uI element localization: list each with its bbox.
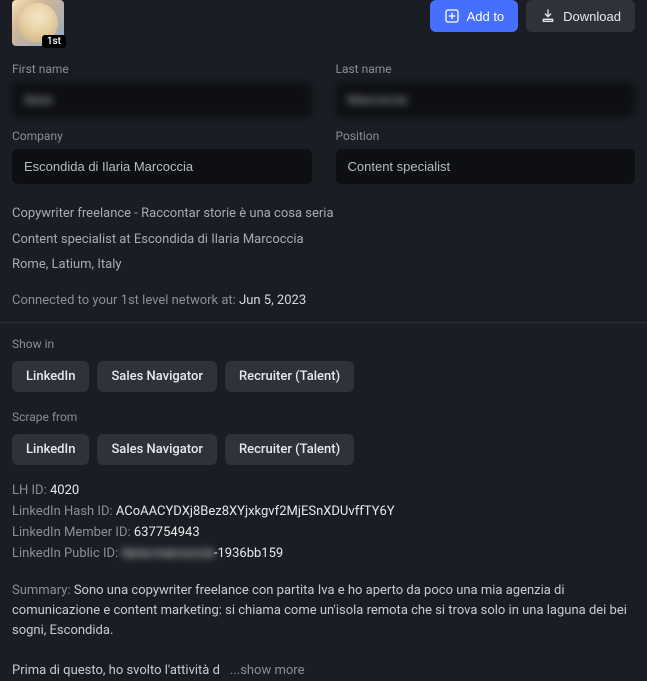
linkedin-public-id: LinkedIn Public ID: ilaria-marcoccia-193… [12, 546, 635, 561]
position-input[interactable] [336, 149, 636, 184]
first-name-label: First name [12, 62, 312, 76]
add-to-label: Add to [467, 9, 505, 24]
connected-label: Connected to your 1st level network at: [12, 293, 239, 308]
last-name-input[interactable] [336, 82, 636, 117]
role-line: Content specialist at Escondida di Ilari… [12, 230, 635, 250]
scrape-from-recruiter[interactable]: Recruiter (Talent) [225, 434, 354, 465]
show-in-sales-navigator[interactable]: Sales Navigator [97, 361, 217, 392]
company-input[interactable] [12, 149, 312, 184]
lh-id: LH ID: 4020 [12, 483, 635, 498]
avatar[interactable]: 1st [12, 0, 64, 46]
show-in-linkedin[interactable]: LinkedIn [12, 361, 89, 392]
connected-line: Connected to your 1st level network at: … [12, 293, 635, 308]
summary-label: Summary: [12, 583, 74, 598]
scrape-from-label: Scrape from [12, 410, 635, 424]
show-in-label: Show in [12, 337, 635, 351]
connected-date: Jun 5, 2023 [239, 293, 306, 308]
show-more-button[interactable]: ...show more [230, 663, 305, 678]
summary-text: Sono una copywriter freelance con partit… [12, 583, 627, 638]
scrape-from-sales-navigator[interactable]: Sales Navigator [97, 434, 217, 465]
divider [0, 322, 647, 323]
download-label: Download [563, 9, 621, 24]
connection-badge: 1st [42, 35, 66, 48]
company-label: Company [12, 129, 312, 143]
summary-text-2: Prima di questo, ho svolto l'attività d [12, 663, 220, 678]
scrape-from-row: LinkedIn Sales Navigator Recruiter (Tale… [12, 434, 635, 465]
last-name-label: Last name [336, 62, 636, 76]
show-in-row: LinkedIn Sales Navigator Recruiter (Tale… [12, 361, 635, 392]
show-in-recruiter[interactable]: Recruiter (Talent) [225, 361, 354, 392]
location: Rome, Latium, Italy [12, 255, 635, 275]
linkedin-member-id: LinkedIn Member ID: 637754943 [12, 525, 635, 540]
linkedin-hash-id: LinkedIn Hash ID: ACoAACYDXj8Bez8XYjxkgv… [12, 504, 635, 519]
first-name-input[interactable] [12, 82, 312, 117]
summary: Summary: Sono una copywriter freelance c… [12, 581, 635, 681]
download-button[interactable]: Download [526, 0, 635, 32]
tagline: Copywriter freelance - Raccontar storie … [12, 204, 635, 224]
download-icon [540, 8, 556, 24]
scrape-from-linkedin[interactable]: LinkedIn [12, 434, 89, 465]
add-to-button[interactable]: Add to [430, 0, 519, 32]
position-label: Position [336, 129, 636, 143]
add-to-icon [444, 8, 460, 24]
